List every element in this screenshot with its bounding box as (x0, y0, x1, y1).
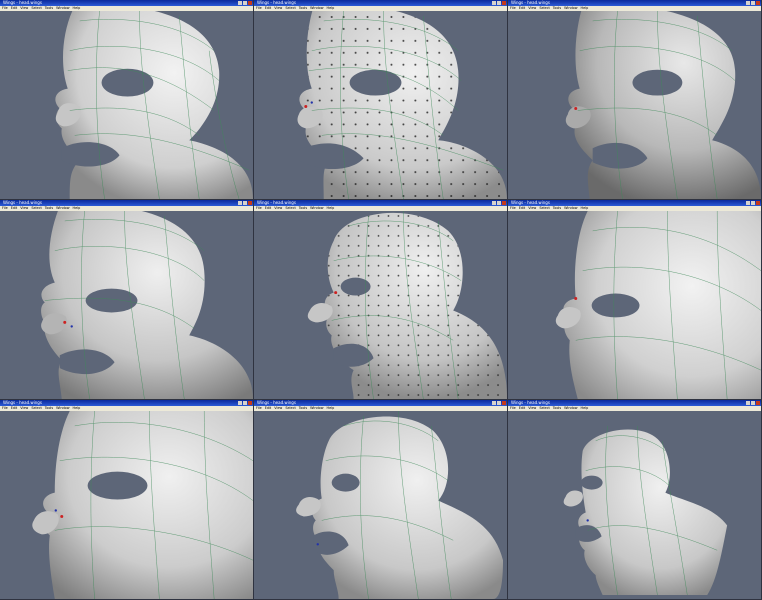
close-icon[interactable] (502, 1, 506, 5)
viewport-panel-9[interactable]: Wings - head.wings File Edit View Select… (508, 400, 762, 600)
viewport-panel-2[interactable]: Wings - head.wings File Edit View Select… (254, 0, 508, 200)
head-mesh-render (0, 411, 253, 599)
3d-viewport[interactable] (0, 411, 253, 599)
minimize-icon[interactable] (492, 1, 496, 5)
close-icon[interactable] (756, 201, 760, 205)
3d-viewport[interactable] (508, 11, 761, 199)
viewport-panel-6[interactable]: Wings - head.wings File Edit View Select… (508, 200, 762, 400)
maximize-icon[interactable] (497, 401, 501, 405)
close-icon[interactable] (248, 1, 252, 5)
3d-viewport[interactable] (508, 411, 761, 599)
viewport-panel-1[interactable]: Wings - head.wings File Edit View Select… (0, 0, 254, 200)
maximize-icon[interactable] (497, 1, 501, 5)
head-mesh-render (0, 211, 253, 399)
close-icon[interactable] (248, 401, 252, 405)
head-mesh-render (508, 211, 761, 399)
minimize-icon[interactable] (746, 1, 750, 5)
minimize-icon[interactable] (746, 401, 750, 405)
maximize-icon[interactable] (497, 201, 501, 205)
viewport-panel-4[interactable]: Wings - head.wings File Edit View Select… (0, 200, 254, 400)
head-mesh-render (254, 11, 507, 199)
close-icon[interactable] (756, 401, 760, 405)
3d-viewport[interactable] (254, 211, 507, 399)
head-mesh-render (254, 411, 507, 599)
maximize-icon[interactable] (751, 401, 755, 405)
3d-viewport[interactable] (0, 11, 253, 199)
maximize-icon[interactable] (243, 201, 247, 205)
3d-viewport[interactable] (508, 211, 761, 399)
viewport-panel-3[interactable]: Wings - head.wings File Edit View Select… (508, 0, 762, 200)
maximize-icon[interactable] (243, 401, 247, 405)
maximize-icon[interactable] (243, 1, 247, 5)
3d-viewport[interactable] (254, 11, 507, 199)
close-icon[interactable] (502, 201, 506, 205)
viewport-panel-7[interactable]: Wings - head.wings File Edit View Select… (0, 400, 254, 600)
head-mesh-render (508, 11, 761, 199)
close-icon[interactable] (248, 201, 252, 205)
viewport-panel-8[interactable]: Wings - head.wings File Edit View Select… (254, 400, 508, 600)
minimize-icon[interactable] (746, 201, 750, 205)
viewport-panel-5[interactable]: Wings - head.wings File Edit View Select… (254, 200, 508, 400)
head-mesh-render (254, 211, 507, 399)
maximize-icon[interactable] (751, 1, 755, 5)
close-icon[interactable] (502, 401, 506, 405)
minimize-icon[interactable] (238, 401, 242, 405)
head-mesh-render (508, 411, 761, 599)
viewport-grid: Wings - head.wings File Edit View Select… (0, 0, 762, 600)
3d-viewport[interactable] (0, 211, 253, 399)
minimize-icon[interactable] (492, 401, 496, 405)
minimize-icon[interactable] (238, 1, 242, 5)
3d-viewport[interactable] (254, 411, 507, 599)
maximize-icon[interactable] (751, 201, 755, 205)
close-icon[interactable] (756, 1, 760, 5)
minimize-icon[interactable] (492, 201, 496, 205)
head-mesh-render (0, 11, 253, 199)
minimize-icon[interactable] (238, 201, 242, 205)
